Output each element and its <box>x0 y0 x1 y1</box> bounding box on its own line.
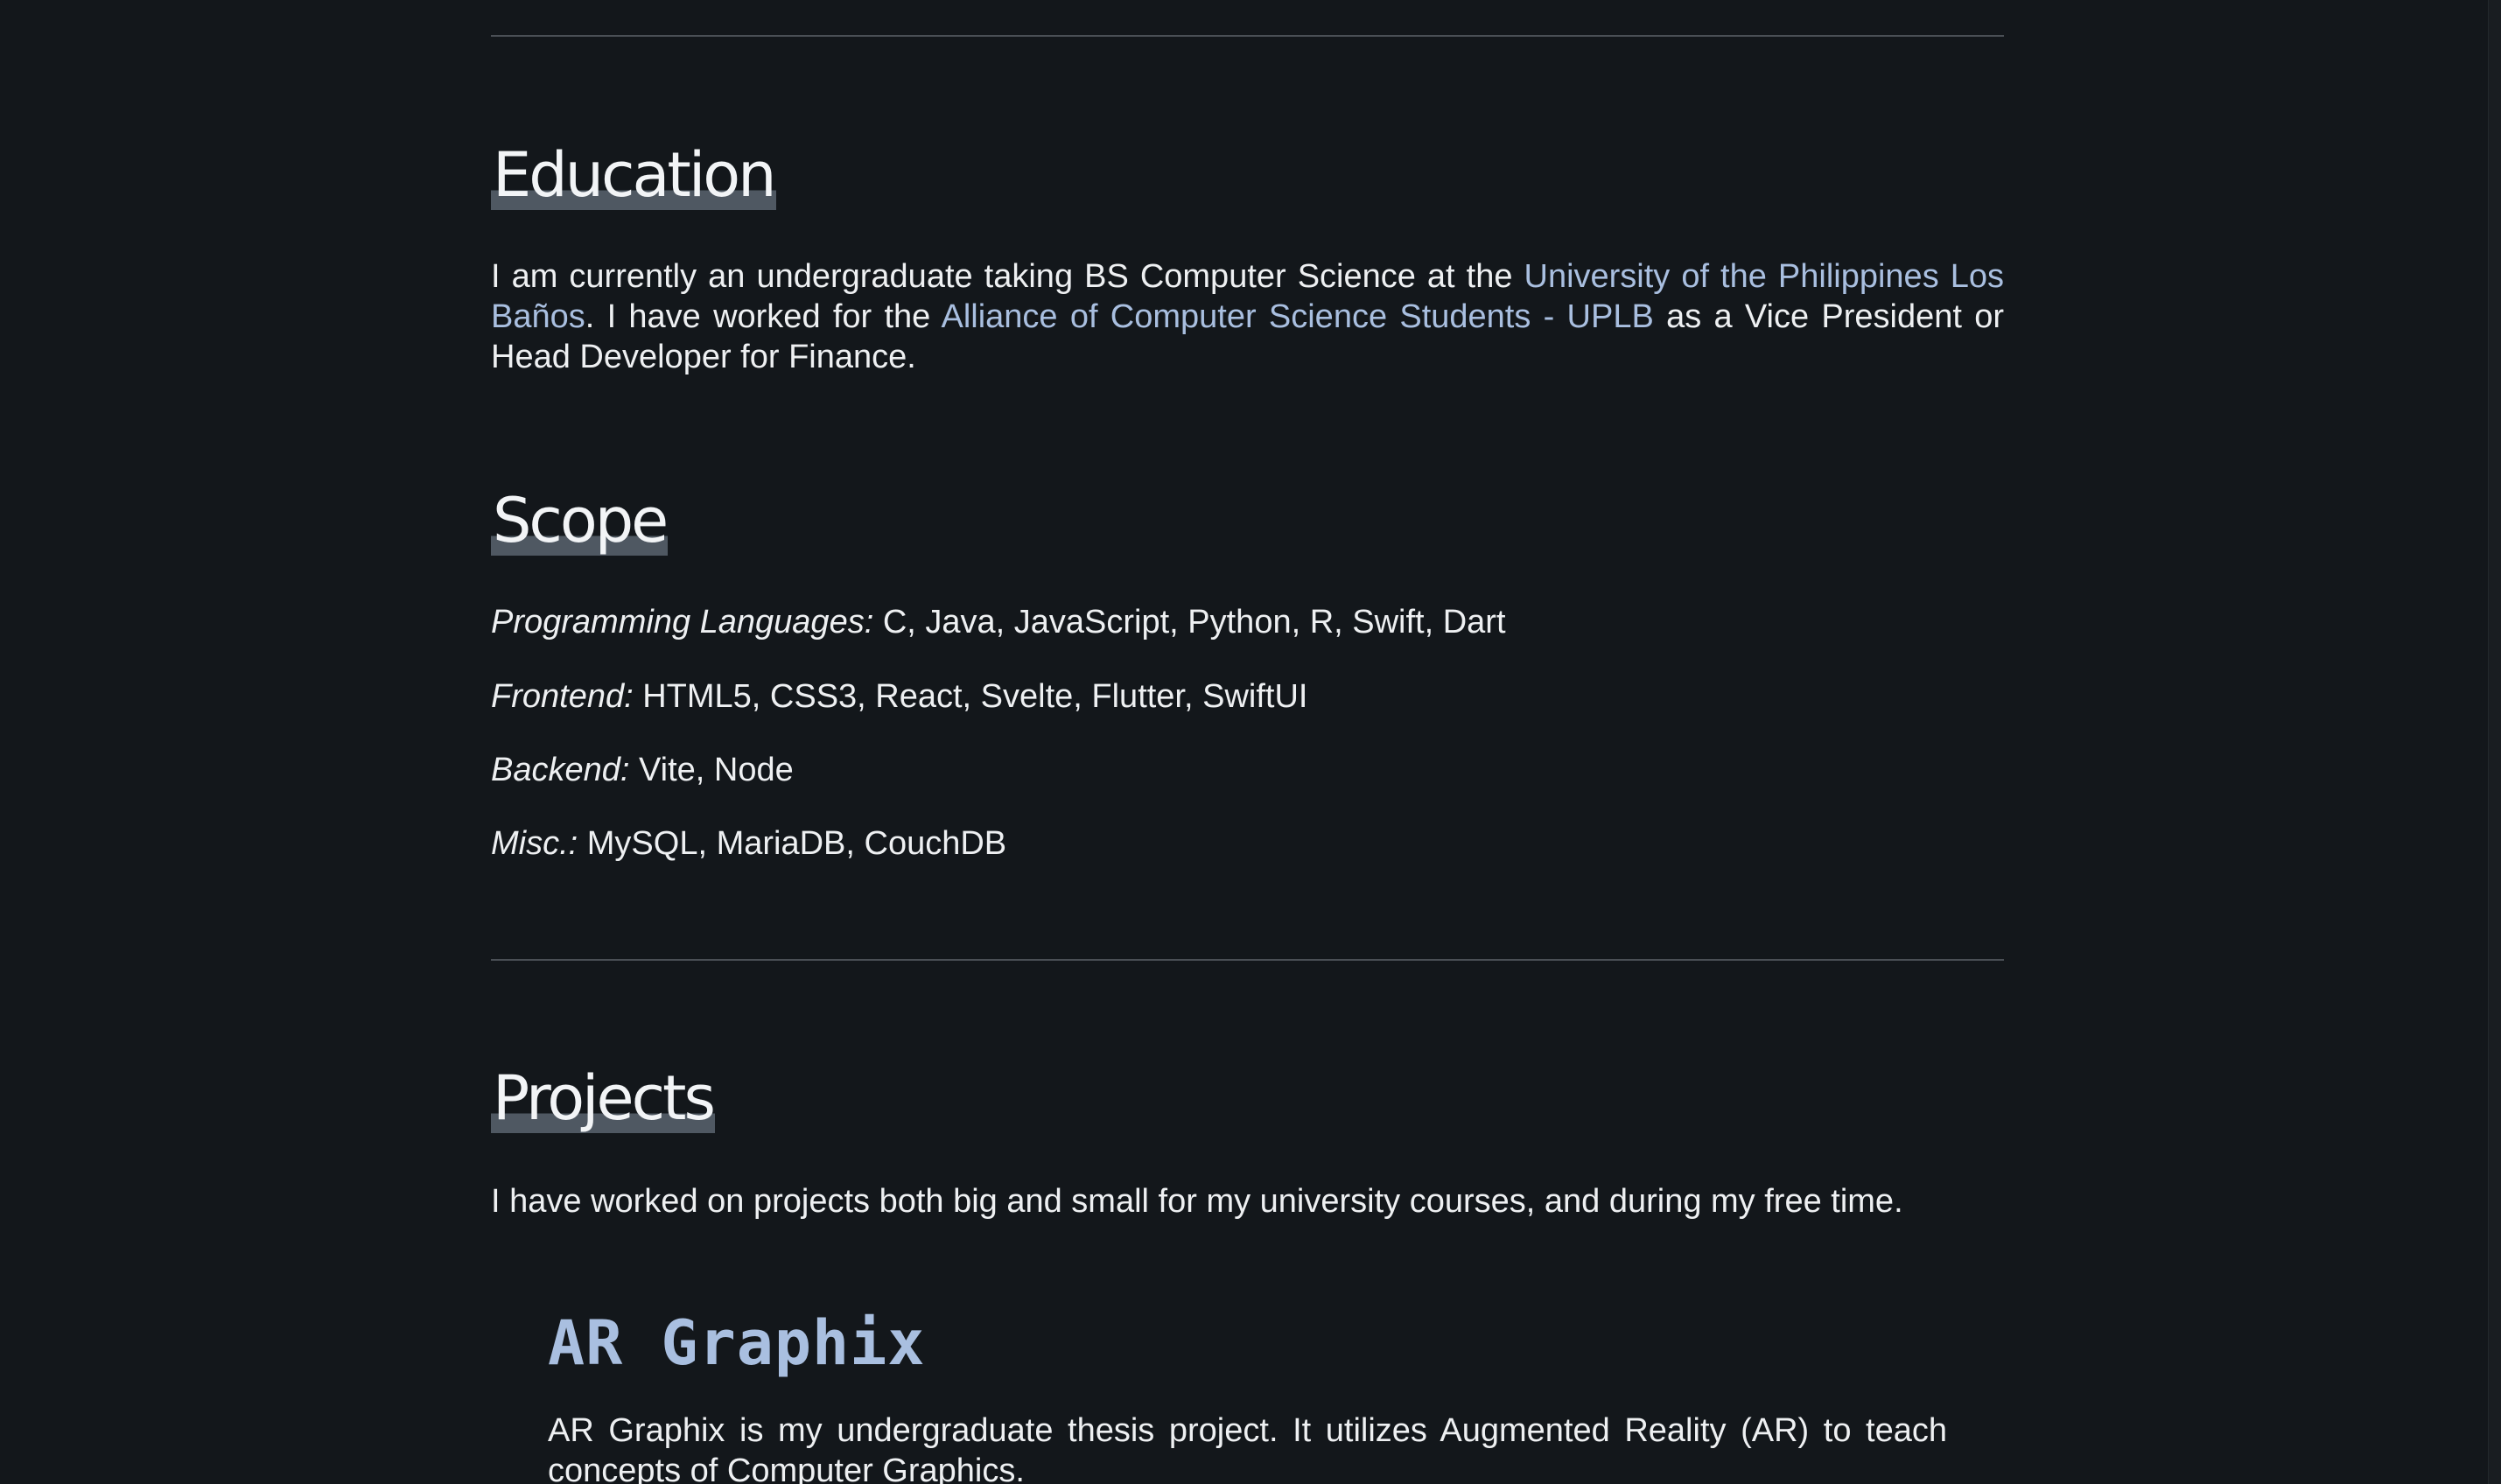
project-description: AR Graphix is my undergraduate thesis pr… <box>548 1412 1947 1484</box>
scope-value: C, Java, JavaScript, Python, R, Swift, D… <box>873 604 1506 640</box>
scope-value: MySQL, MariaDB, CouchDB <box>578 825 1007 862</box>
project-title[interactable]: AR Graphix <box>548 1308 925 1378</box>
scrollbar-track[interactable] <box>2488 0 2501 1484</box>
scope-label: Backend: <box>491 752 630 788</box>
projects-intro: I have worked on projects both big and s… <box>491 1183 1903 1220</box>
education-text-1: I am currently an undergraduate taking B… <box>491 258 1524 295</box>
education-paragraph: I am currently an undergraduate taking B… <box>491 256 2004 377</box>
scope-value: HTML5, CSS3, React, Svelte, Flutter, Swi… <box>633 678 1308 715</box>
scope-label: Programming Languages: <box>491 604 874 640</box>
scope-value: Vite, Node <box>629 752 794 788</box>
scope-label: Misc.: <box>491 825 578 862</box>
divider <box>491 959 2004 961</box>
scope-item-languages: Programming Languages: C, Java, JavaScri… <box>491 602 2004 642</box>
projects-heading: Projects <box>491 1062 716 1134</box>
scope-item-misc: Misc.: MySQL, MariaDB, CouchDB <box>491 823 2004 864</box>
scope-label: Frontend: <box>491 678 634 715</box>
divider <box>491 35 2004 37</box>
scope-item-frontend: Frontend: HTML5, CSS3, React, Svelte, Fl… <box>491 676 2004 717</box>
scope-heading: Scope <box>491 485 669 556</box>
education-text-2: . I have worked for the <box>585 298 942 335</box>
education-heading: Education <box>491 139 776 211</box>
scope-item-backend: Backend: Vite, Node <box>491 750 2004 790</box>
acss-link[interactable]: Alliance of Computer Science Students - … <box>941 298 1653 335</box>
